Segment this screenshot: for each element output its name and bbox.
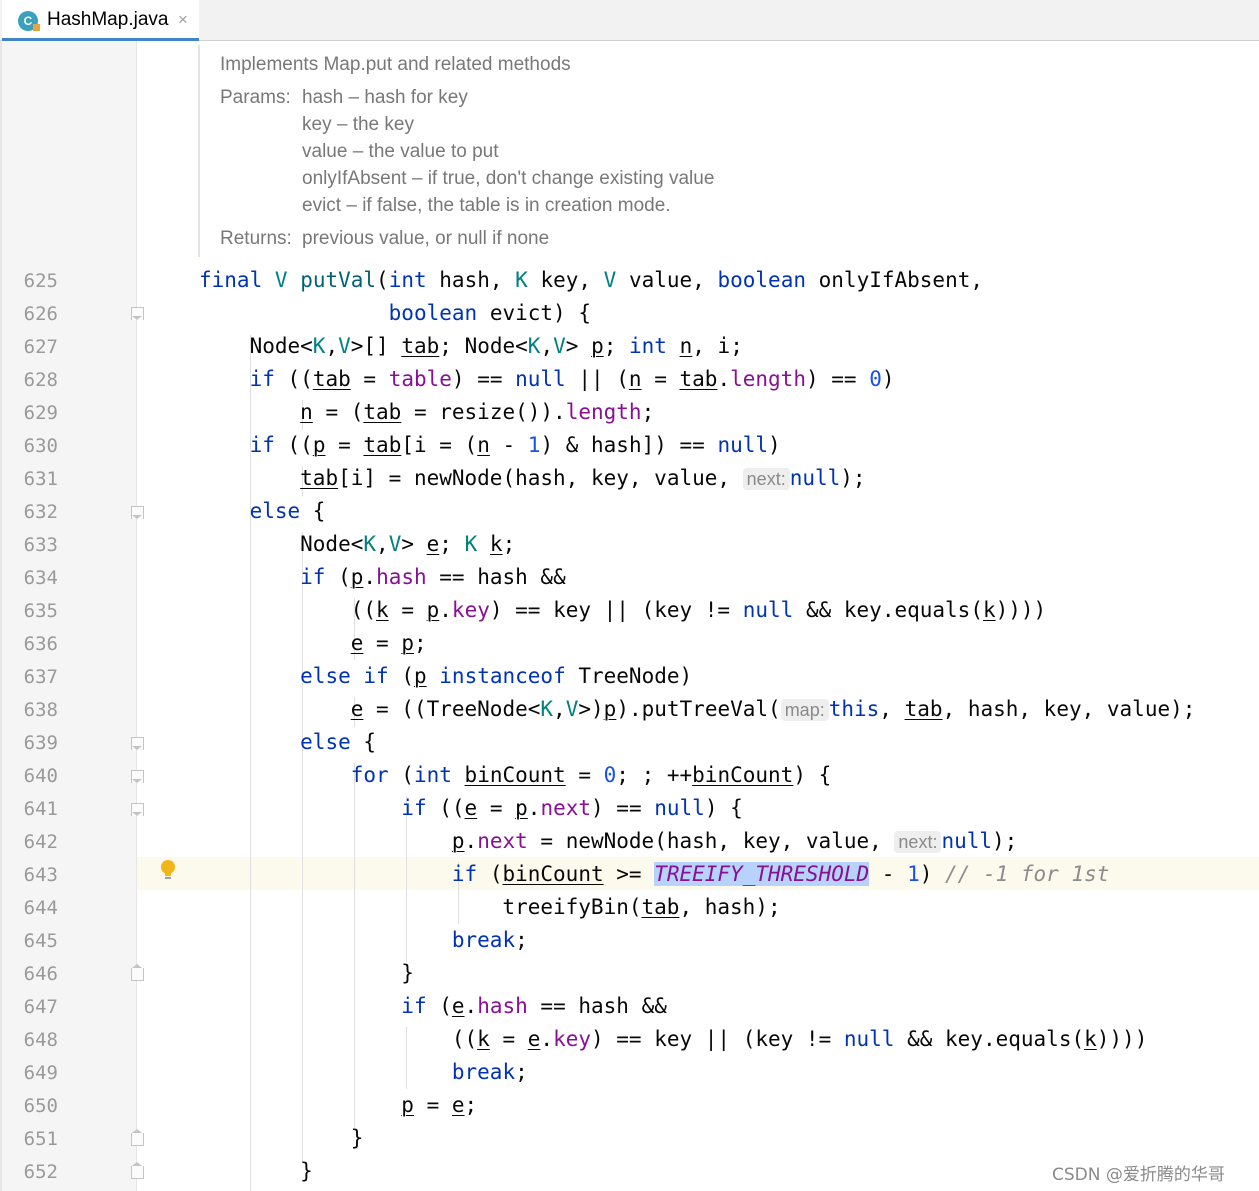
doc-returns: previous value, or null if none: [302, 228, 550, 249]
line-number: 652: [23, 1161, 58, 1183]
code-line: if (e.hash == hash &&: [401, 994, 667, 1018]
param-hint-next: next:: [894, 831, 942, 853]
code-line: else if (p instanceof TreeNode): [300, 664, 693, 688]
code-line: n = (tab = resize()).length;: [300, 400, 655, 424]
code-line: treeifyBin(tab, hash);: [199, 895, 781, 919]
code-line: else {: [249, 499, 326, 523]
code-line: if (binCount >= TREEIFY_THRESHOLD - 1) /…: [451, 862, 1110, 886]
fold-marker[interactable]: [131, 1162, 144, 1179]
code-line: if ((p = tab[i = (n - 1) & hash]) == nul…: [249, 433, 781, 457]
doc-param-onlyifabsent: onlyIfAbsent – if true, don't change exi…: [302, 168, 715, 189]
line-number: 630: [23, 435, 58, 457]
line-number: 649: [23, 1062, 58, 1084]
line-number: 647: [23, 996, 58, 1018]
line-number: 643: [23, 864, 58, 886]
line-number: 639: [23, 732, 58, 754]
code-line: if ((tab = table) == null || (n = tab.le…: [249, 367, 895, 391]
doc-param-hash: hash – hash for key: [302, 87, 468, 108]
tab-title: HashMap.java: [47, 9, 169, 30]
doc-summary: Implements Map.put and related methods: [220, 54, 571, 75]
watermark: CSDN @爱折腾的华哥: [1052, 1165, 1225, 1185]
line-number: 625: [23, 270, 58, 292]
line-number: 648: [23, 1029, 58, 1051]
code-line: }: [199, 1126, 364, 1150]
line-number: 634: [23, 567, 58, 589]
fold-marker[interactable]: [131, 803, 144, 816]
code-line: Node<K,V> e; K k;: [199, 532, 516, 556]
line-number: 642: [23, 831, 58, 853]
line-number: 636: [23, 633, 58, 655]
line-number: 629: [23, 402, 58, 424]
line-number: 627: [23, 336, 58, 358]
doc-param-key: key – the key: [302, 114, 414, 135]
fold-marker[interactable]: [131, 307, 144, 320]
fold-marker[interactable]: [131, 506, 144, 519]
line-number: 645: [23, 930, 58, 952]
code-line: break;: [451, 1060, 528, 1084]
line-number: 637: [23, 666, 58, 688]
line-number: 638: [23, 699, 58, 721]
fold-marker[interactable]: [131, 737, 144, 750]
code-line: else {: [300, 730, 377, 754]
line-number: 628: [23, 369, 58, 391]
code-line: p.next = newNode(hash, key, value, next:…: [451, 829, 1018, 853]
code-line: ((k = p.key) == key || (key != null && k…: [199, 598, 1047, 622]
fold-marker[interactable]: [131, 1129, 144, 1146]
code-line: boolean evict) {: [388, 301, 591, 325]
line-number: 631: [23, 468, 58, 490]
close-icon[interactable]: ×: [178, 10, 188, 30]
code-line: }: [199, 1159, 313, 1183]
code-line: }: [199, 961, 414, 985]
line-number: 633: [23, 534, 58, 556]
code-line: if (p.hash == hash &&: [300, 565, 566, 589]
line-number: 651: [23, 1128, 58, 1150]
doc-comment-bar: [198, 45, 200, 257]
line-number: 641: [23, 798, 58, 820]
tab-hashmap-java[interactable]: C HashMap.java ×: [2, 0, 199, 41]
line-number: 650: [23, 1095, 58, 1117]
line-number: 646: [23, 963, 58, 985]
code-line: e = ((TreeNode<K,V>)p).putTreeVal(map: th…: [350, 697, 1196, 721]
code-line: ((k = e.key) == key || (key != null && k…: [199, 1027, 1148, 1051]
code-line: Node<K,V>[] tab; Node<K,V> p; int n, i;: [199, 334, 743, 358]
doc-returns-label: Returns:: [220, 228, 292, 249]
line-number: 644: [23, 897, 58, 919]
doc-params-label: Params:: [220, 87, 291, 108]
code-line: final V putVal(int hash, K key, V value,…: [199, 268, 984, 292]
code-line: e = p;: [350, 631, 427, 655]
editor-tab-bar: C HashMap.java ×: [0, 0, 1259, 41]
line-number: 632: [23, 501, 58, 523]
fold-marker[interactable]: [131, 770, 144, 783]
code-line: break;: [451, 928, 528, 952]
param-hint-next: next:: [742, 468, 790, 490]
read-only-lock-icon: [33, 24, 40, 31]
doc-param-value: value – the value to put: [302, 141, 499, 162]
line-number: 626: [23, 303, 58, 325]
code-line: if ((e = p.next) == null) {: [401, 796, 743, 820]
doc-param-evict: evict – if false, the table is in creati…: [302, 195, 671, 216]
code-line: tab[i] = newNode(hash, key, value, next:…: [300, 466, 866, 490]
lightbulb-icon[interactable]: [160, 859, 176, 881]
param-hint-map: map:: [780, 699, 829, 721]
fold-marker[interactable]: [131, 964, 144, 981]
code-line: p = e;: [401, 1093, 478, 1117]
line-number: 635: [23, 600, 58, 622]
code-line: for (int binCount = 0; ; ++binCount) {: [350, 763, 832, 787]
line-number: 640: [23, 765, 58, 787]
